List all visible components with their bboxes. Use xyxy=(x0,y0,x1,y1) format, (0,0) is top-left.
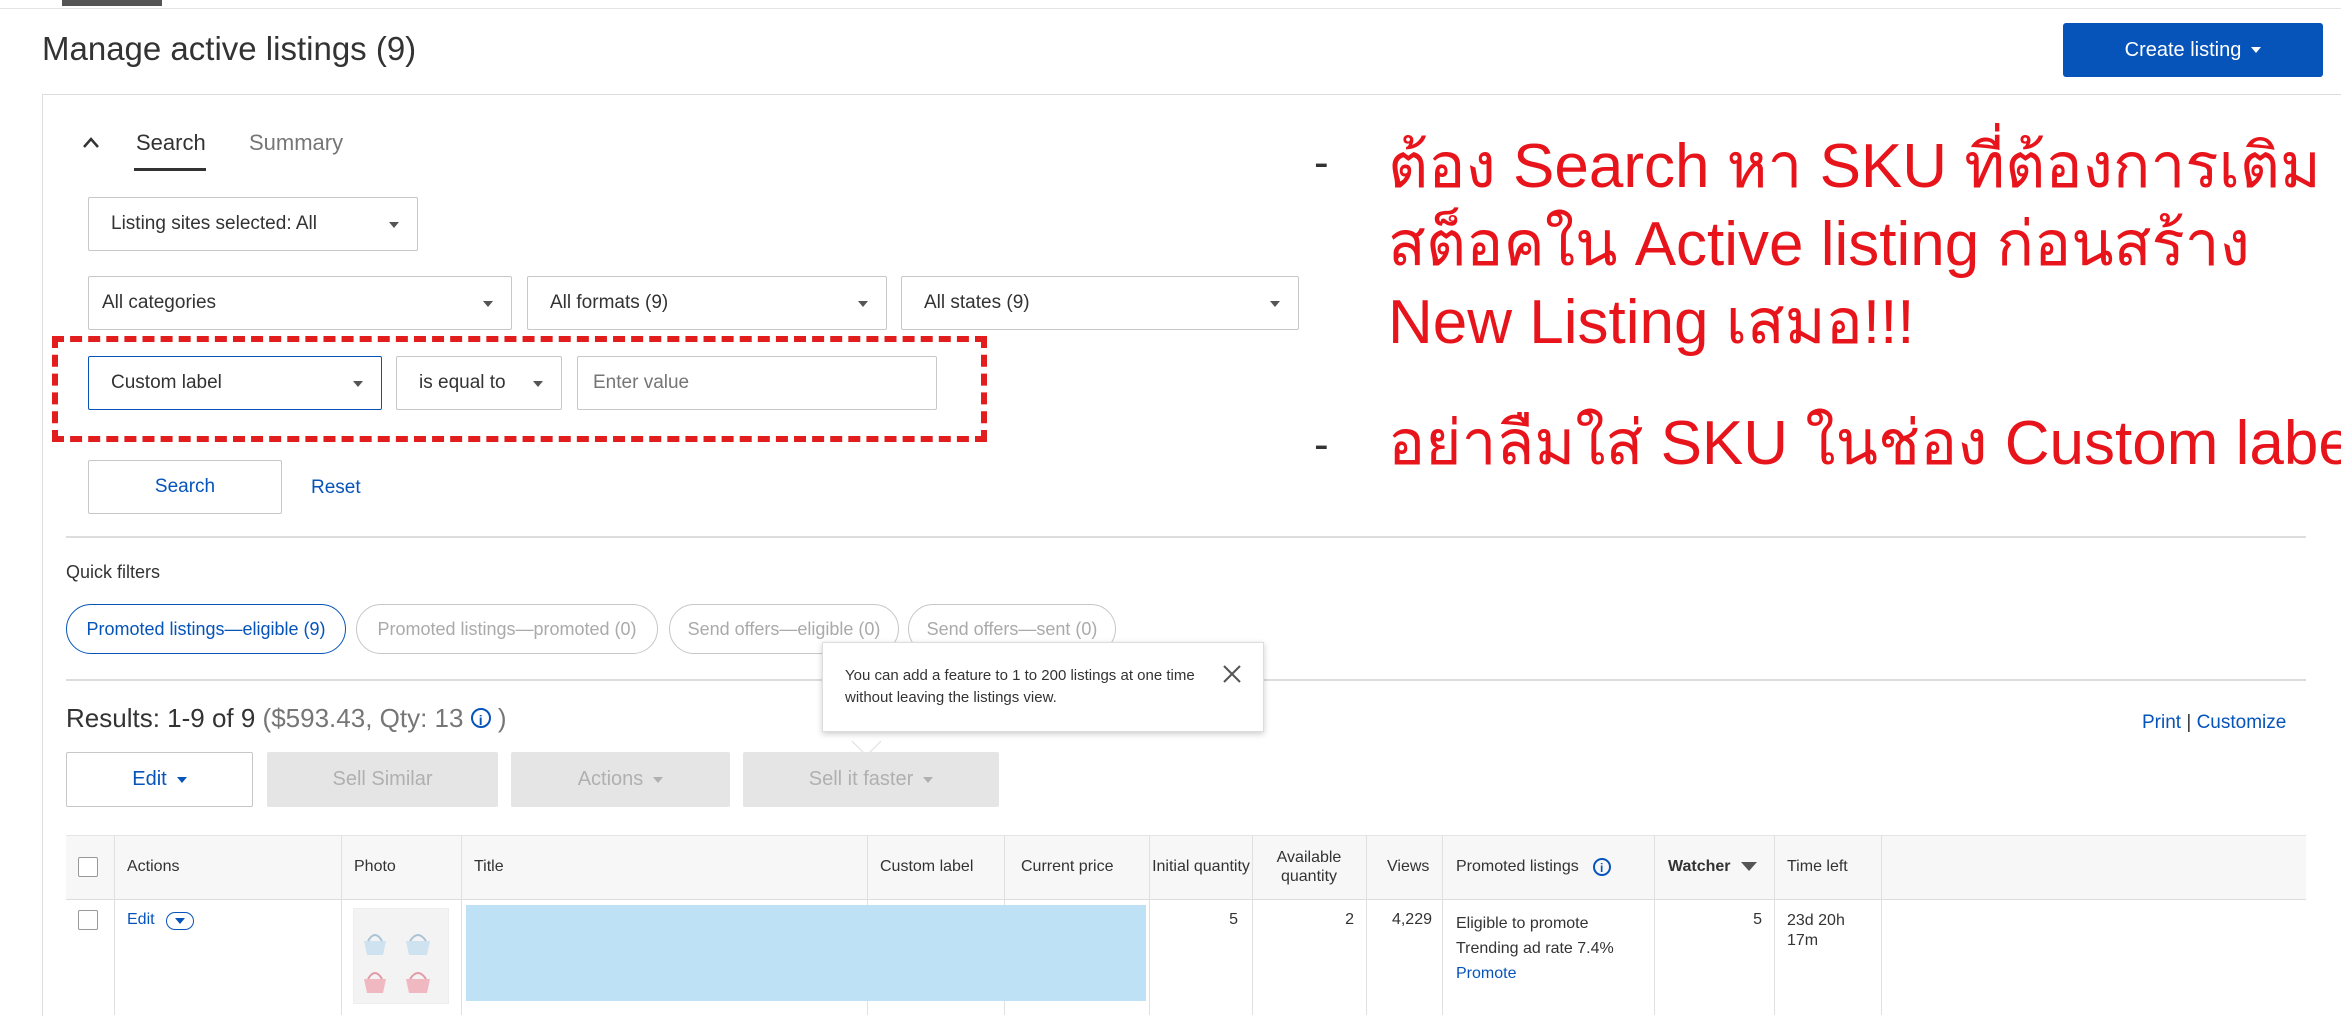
annotation-line-3: New Listing เสมอ!!! xyxy=(1388,288,1915,357)
annotation-highlight-box xyxy=(52,336,987,442)
row-watchers: 5 xyxy=(1753,911,1762,928)
sell-faster-label: Sell it faster xyxy=(808,768,914,790)
formats-label: All formats (9) xyxy=(550,292,669,313)
handbag-image xyxy=(364,934,430,993)
tab-summary[interactable]: Summary xyxy=(249,130,343,156)
chevron-down-icon xyxy=(653,776,664,783)
close-icon[interactable] xyxy=(1220,662,1244,686)
row-promote-link[interactable]: Promote xyxy=(1456,961,1614,986)
search-button[interactable]: Search xyxy=(88,460,282,514)
formats-select[interactable]: All formats (9) xyxy=(527,276,887,330)
tooltip-text: You can add a feature to 1 to 200 listin… xyxy=(845,667,1195,706)
header-custom-label[interactable]: Custom label xyxy=(880,835,973,898)
row-time-left: 23d 20h 17m xyxy=(1787,912,1845,949)
annotation-line-1: ต้อง Search หา SKU ที่ต้องการเติม xyxy=(1388,132,2321,201)
header-views[interactable]: Views xyxy=(1387,835,1429,898)
info-icon[interactable]: i xyxy=(470,708,491,728)
title-highlight-redacted xyxy=(466,905,1146,1001)
annotation-bullet: - xyxy=(1314,138,1329,187)
chevron-down-icon xyxy=(858,301,868,307)
categories-label: All categories xyxy=(102,292,217,313)
listing-sites-select[interactable]: Listing sites selected: All xyxy=(88,197,418,251)
info-icon[interactable]: i xyxy=(1592,857,1611,876)
results-count: Results: 1-9 of 9 xyxy=(66,703,256,733)
header-available-quantity[interactable]: Available quantity xyxy=(1254,835,1364,898)
header-title[interactable]: Title xyxy=(474,835,504,898)
chevron-down-icon xyxy=(2251,47,2262,53)
page-title: Manage active listings (9) xyxy=(42,30,417,67)
chevron-down-icon xyxy=(483,301,493,307)
header-current-price[interactable]: Current price xyxy=(1021,835,1113,898)
top-nav-active-tab[interactable] xyxy=(62,0,162,6)
chevron-down-icon xyxy=(923,776,934,783)
header-initial-quantity[interactable]: Initial quantity xyxy=(1150,835,1252,898)
divider xyxy=(66,536,2306,538)
sell-faster-button[interactable]: Sell it faster xyxy=(743,752,999,807)
header-time-left[interactable]: Time left xyxy=(1787,835,1848,898)
row-promoted-status: Eligible to promote xyxy=(1456,915,1589,932)
chevron-down-icon xyxy=(175,918,185,924)
create-listing-label: Create listing xyxy=(2124,38,2242,61)
row-checkbox[interactable] xyxy=(78,910,98,930)
chevron-up-icon[interactable] xyxy=(82,134,100,152)
quick-filters-label: Quick filters xyxy=(66,562,161,582)
chip-promoted-eligible[interactable]: Promoted listings—eligible (9) xyxy=(66,604,346,654)
annotation-line-4: อย่าลืมใส่ SKU ในช่อง Custom label xyxy=(1388,409,2341,478)
select-all-checkbox[interactable] xyxy=(78,856,98,877)
actions-button[interactable]: Actions xyxy=(511,752,730,807)
row-initial-quantity: 5 xyxy=(1229,911,1238,928)
sort-down-icon xyxy=(1740,862,1757,871)
customize-link[interactable]: Customize xyxy=(2197,712,2287,733)
tab-search[interactable]: Search xyxy=(136,130,206,156)
states-label: All states (9) xyxy=(924,292,1030,313)
create-listing-button[interactable]: Create listing xyxy=(2063,23,2323,77)
states-select[interactable]: All states (9) xyxy=(901,276,1299,330)
row-ad-rate: Trending ad rate 7.4% xyxy=(1456,940,1614,957)
print-link[interactable]: Print xyxy=(2142,712,2181,733)
row-edit-link[interactable]: Edit xyxy=(127,911,155,929)
listing-sites-label: Listing sites selected: All xyxy=(111,213,317,234)
results-summary: Results: 1-9 of 9 ($593.43, Qty: 13 i ) xyxy=(66,703,507,734)
categories-select[interactable]: All categories xyxy=(88,276,512,330)
header-promoted-label: Promoted listings xyxy=(1456,857,1579,875)
row-actions-dropdown[interactable] xyxy=(166,912,194,930)
link-separator: | xyxy=(2186,712,2192,733)
chevron-down-icon xyxy=(1270,301,1280,307)
edit-button[interactable]: Edit xyxy=(66,752,253,807)
row-promoted-info: Eligible to promote Trending ad rate 7.4… xyxy=(1456,911,1614,986)
header-watchers[interactable]: Watcher xyxy=(1668,835,1757,898)
listing-photo[interactable] xyxy=(353,908,449,1004)
sell-similar-label: Sell Similar xyxy=(332,768,433,790)
chip-promoted-promoted[interactable]: Promoted listings—promoted (0) xyxy=(356,604,658,654)
header-promoted-listings[interactable]: Promoted listings i xyxy=(1456,835,1611,898)
sell-similar-button[interactable]: Sell Similar xyxy=(267,752,498,807)
tab-search-underline xyxy=(134,168,206,171)
annotation-bullet: - xyxy=(1314,420,1329,469)
chevron-down-icon xyxy=(389,222,399,228)
header-photo: Photo xyxy=(354,857,396,875)
annotation-line-2: สต็อคใน Active listing ก่อนสร้าง xyxy=(1388,210,2250,279)
row-available-quantity: 2 xyxy=(1345,911,1354,928)
print-customize-links: Print | Customize xyxy=(2142,712,2286,734)
results-total: ($593.43, Qty: 13 xyxy=(262,703,464,733)
reset-link[interactable]: Reset xyxy=(311,477,361,499)
top-nav-border xyxy=(0,0,2341,9)
edit-button-label: Edit xyxy=(132,768,167,790)
select-all-checkbox-wrap[interactable] xyxy=(78,835,98,898)
row-views: 4,229 xyxy=(1391,911,1432,928)
results-close-paren: ) xyxy=(497,703,507,733)
header-watchers-label: Watcher xyxy=(1668,857,1731,875)
actions-label: Actions xyxy=(577,768,644,790)
header-actions: Actions xyxy=(127,857,180,875)
chevron-down-icon xyxy=(176,776,187,783)
feature-tooltip: You can add a feature to 1 to 200 listin… xyxy=(822,642,1264,732)
